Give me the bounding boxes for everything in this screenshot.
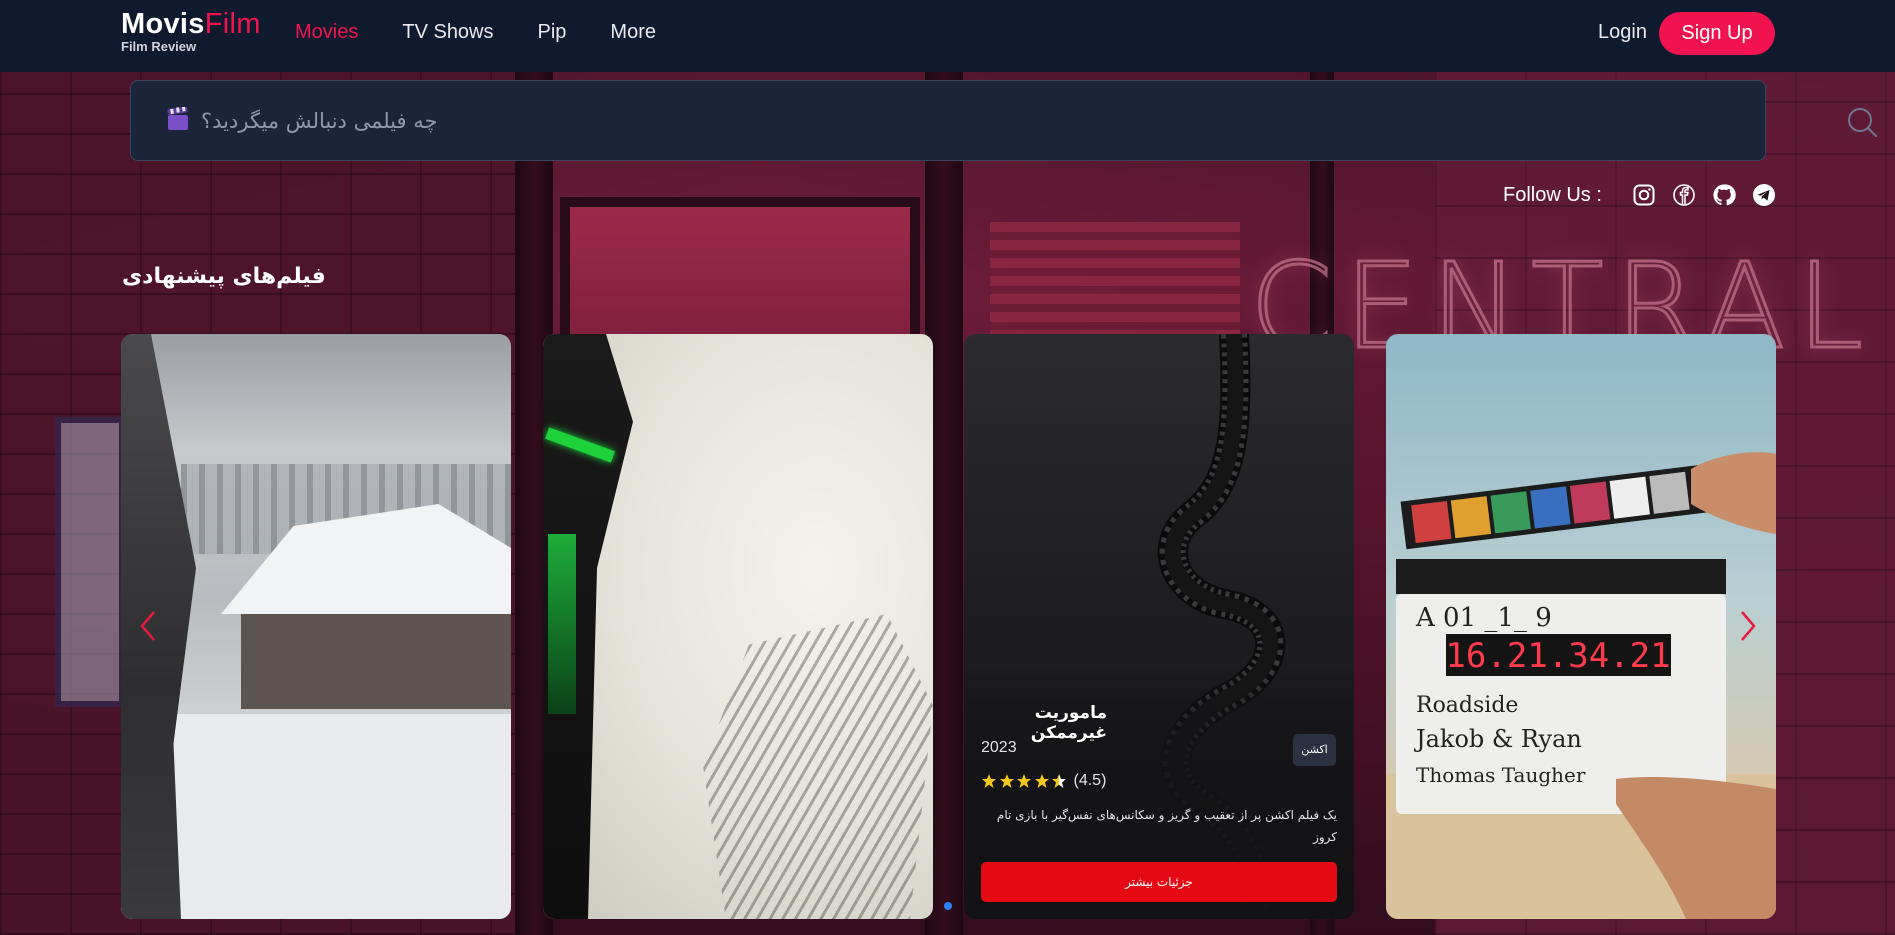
card-art-clapperboard: 16.21.34.21 A 01 _1_ 9 Roadside Jakob & …: [1386, 452, 1776, 919]
login-link[interactable]: Login: [1598, 21, 1647, 44]
follow-us: Follow Us :: [1503, 183, 1776, 207]
facebook-icon[interactable]: [1672, 183, 1696, 207]
carousel-prev-button[interactable]: [138, 608, 158, 644]
clapper-camera: Thomas Taugher: [1416, 763, 1586, 787]
nav-item-movies[interactable]: Movies: [295, 21, 358, 44]
star-icon: [1034, 774, 1049, 788]
clapperboard-icon: [167, 107, 188, 130]
movie-card[interactable]: 16.21.34.21 A 01 _1_ 9 Roadside Jakob & …: [1386, 334, 1776, 919]
nav-item-tv-shows[interactable]: TV Shows: [402, 21, 493, 44]
more-details-button[interactable]: جزئیات بیشتر: [981, 862, 1337, 902]
movie-card[interactable]: [121, 334, 511, 919]
search-icon[interactable]: [1846, 106, 1878, 138]
search-input[interactable]: [201, 99, 1681, 143]
nav-item-pip[interactable]: Pip: [538, 21, 567, 44]
star-icon: [999, 774, 1014, 788]
star-icon: [1017, 774, 1031, 788]
movie-year: 2023: [981, 739, 1017, 756]
search-bar: [130, 80, 1877, 161]
clapper-scene: A 01 _1_ 9: [1415, 603, 1552, 633]
signup-button[interactable]: Sign Up: [1659, 12, 1775, 55]
logo-tagline: Film Review: [121, 39, 197, 54]
card-art-ink: [703, 614, 933, 919]
nav-item-more[interactable]: More: [610, 21, 656, 44]
movie-description: یک فیلم اکشن پر از تعقیب و گریز و سکانس‌…: [996, 808, 1337, 844]
telegram-icon[interactable]: [1752, 183, 1776, 207]
clapper-production: Roadside: [1416, 693, 1518, 718]
movie-card-active[interactable]: ماموریت غیرممکن 2023 اکشن (4.5) یک فیلم …: [964, 334, 1354, 919]
navbar: MovisFilm Film Review Movies TV Shows Pi…: [0, 0, 1895, 72]
clapper-timecode: 16.21.34.21: [1445, 636, 1670, 676]
rating: (4.5): [981, 772, 1106, 790]
instagram-icon[interactable]: [1632, 183, 1656, 207]
movie-card[interactable]: [543, 334, 933, 919]
section-title: فیلم‌های پیشنهادی: [122, 264, 326, 289]
main-nav: Movies TV Shows Pip More: [295, 21, 700, 44]
rating-value: (4.5): [1073, 772, 1107, 789]
card-art-glow: [548, 534, 576, 714]
star-half-icon: [1052, 774, 1066, 788]
genre-badge: اکشن: [1293, 734, 1336, 766]
movie-title: ماموریت غیرممکن: [1030, 703, 1107, 743]
carousel-next-button[interactable]: [1738, 608, 1758, 644]
github-icon[interactable]: [1712, 183, 1736, 207]
star-icon: [982, 774, 996, 788]
logo[interactable]: MovisFilm Film Review: [121, 8, 261, 54]
logo-title: MovisFilm: [121, 8, 261, 40]
clapper-director: Jakob & Ryan: [1413, 725, 1582, 753]
carousel-pagination-dot[interactable]: [944, 902, 952, 910]
follow-label: Follow Us :: [1503, 183, 1602, 206]
